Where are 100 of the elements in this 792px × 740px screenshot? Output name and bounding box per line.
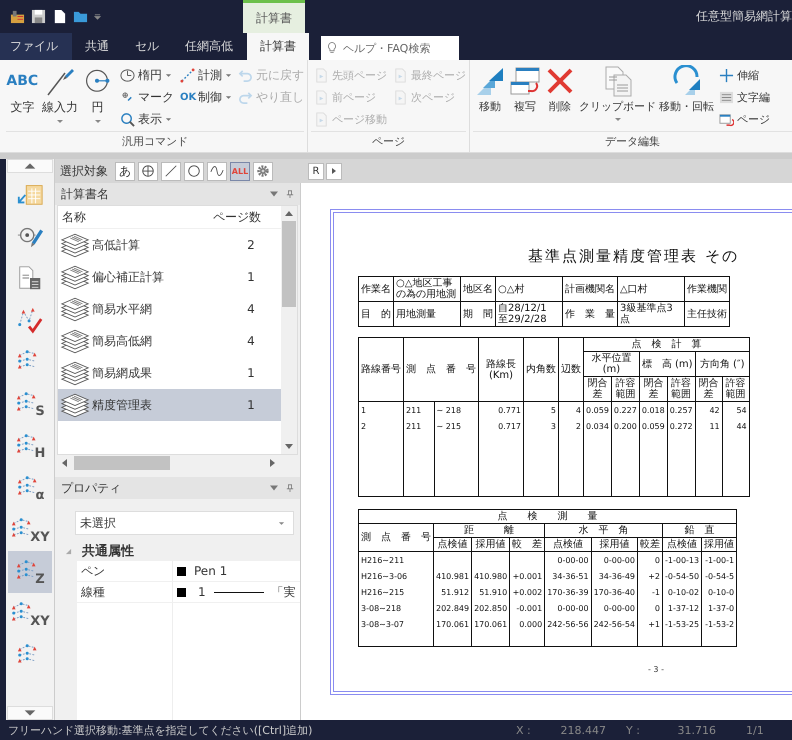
folder-icon[interactable] [73,9,88,24]
dropdown-icon[interactable] [270,484,278,492]
list-row[interactable]: 簡易水平網 4 [58,293,281,325]
ribbon-button[interactable]: ページ [719,109,770,129]
page-icon [314,112,329,126]
table-cell: 0.771 [478,402,524,418]
ribbon-button[interactable]: 複写 [508,65,542,131]
table-cell: 1-37-12 [662,600,702,616]
sheet-name: 簡易高低網 [91,332,153,350]
tool-button[interactable]: S [8,383,52,425]
ribbon-tab[interactable]: ファイル [0,33,72,60]
table-cell: 42 [695,402,722,418]
tool-button[interactable]: H [8,425,52,467]
ribbon-button[interactable]: 文字編 [719,87,770,107]
ribbon-button[interactable]: クリップボード [578,65,657,131]
ribbon-button[interactable]: 削除 [543,65,577,131]
ribbon-tab[interactable]: セル [122,33,172,60]
column-header: 測 点 番 号 [358,524,434,552]
table-cell: 計画機関名 [562,276,618,302]
property-value[interactable]: Pen 1 [194,564,228,578]
ribbon-button[interactable]: 円 [81,65,114,131]
page-count: 1 [246,270,256,284]
table-cell: H216~3-06 [358,568,434,584]
page-count: 2 [246,238,256,252]
column-header[interactable]: ページ数 [204,208,270,226]
ribbon-button[interactable]: 表示 [120,109,174,129]
table-cell: 202.850 [472,600,510,616]
table-cell: 0-00-00 [591,600,638,616]
table-cell: 2 [358,418,404,434]
table-cell: 2 [558,418,584,434]
page-icon [314,68,329,82]
column-header[interactable]: 名称 [58,208,204,226]
table-cell: +2 [638,568,662,584]
coordinate-label: X : [516,724,532,736]
table-cell: 0.059 [584,402,612,418]
list-row[interactable]: 精度管理表 1 [58,389,281,421]
table-cell: -0-54-50 [662,568,702,584]
ribbon-button[interactable]: 楕円 [120,65,174,85]
list-row[interactable]: 簡易網成果 1 [58,357,281,389]
save-icon[interactable] [31,9,46,24]
dropdown-icon[interactable] [270,190,278,198]
ribbon-button[interactable]: OK制御 [180,87,232,107]
table-cell: -1-00-1 [702,552,737,568]
section-header[interactable]: 共通属性 [55,541,300,561]
tool-button[interactable]: α [8,467,52,509]
tool-button[interactable]: XY [8,593,52,635]
filter-button[interactable] [253,162,273,180]
ribbon-button[interactable]: 線入力 [42,65,78,131]
ribbon-button[interactable]: 伸縮 [719,65,770,85]
sheet-name: 精度管理表 [91,396,153,414]
ribbon-button[interactable]: 移動・回転 [658,65,715,131]
pin-icon[interactable] [286,190,294,198]
property-value[interactable]: 1 [194,585,206,599]
column-header: 測 点 番 号 [404,338,478,402]
table-cell: ~ 215 [434,418,478,434]
table-cell: -1 [638,584,662,600]
tool-button[interactable]: Z [8,551,52,593]
object-dropdown[interactable]: 未選択 [75,511,294,535]
list-row[interactable]: 高低計算 2 [58,229,281,261]
table-cell: 170-36-40 [591,584,638,600]
view-button[interactable]: R [308,162,324,180]
column-header: 許容範囲 [611,376,640,402]
ribbon-tab[interactable]: 計算書 [247,33,309,60]
ribbon-button[interactable]: 計測 [180,65,232,85]
table-cell: 242-56-56 [544,616,592,632]
search-field[interactable]: ヘルプ・FAQ検索 [321,36,459,60]
table-cell: 3-08~3-07 [358,616,434,632]
redo-icon [238,90,253,104]
ok-icon: OK [180,92,195,102]
scrollbar-thumb[interactable] [74,456,170,470]
ribbon-button[interactable]: マーク [120,87,174,107]
page-count: 1 [246,398,256,412]
page-indicator: 1/1 [746,724,764,736]
table-cell: 51.910 [472,584,510,600]
play-icon [331,167,337,175]
filter-button[interactable] [138,162,158,180]
filter-button[interactable] [207,162,227,180]
play-button[interactable] [326,162,342,180]
measure-icon [180,68,195,82]
ribbon-tab[interactable]: 共通 [72,33,122,60]
caret-icon[interactable] [94,13,101,20]
ribbon-tab[interactable]: 任網高低 [172,33,247,60]
column-header: 閉合差 [584,376,612,402]
filter-button[interactable]: あ [115,162,135,180]
coordinate-value: 31.716 [676,724,716,736]
list-row[interactable]: 偏心補正計算 1 [58,261,281,293]
table-cell: 0-00-00 [544,600,592,616]
ribbon-button[interactable]: ABC 文字 [6,65,39,131]
new-document-icon[interactable] [52,9,67,24]
list-row[interactable]: 簡易高低網 4 [58,325,281,357]
document-title: 基準点測量精度管理表 その [528,247,740,266]
scrollbar-thumb[interactable] [282,221,296,307]
filter-button[interactable] [184,162,204,180]
column-header: 点 検 測 量 [358,510,737,524]
ribbon-button[interactable]: 移動 [473,65,507,131]
tool-button[interactable]: XY [8,509,52,551]
column-header: 採用値 [591,538,638,552]
scroll-down-icon[interactable] [7,706,53,720]
pin-icon[interactable] [286,484,294,492]
scroll-up-icon[interactable] [7,159,53,173]
